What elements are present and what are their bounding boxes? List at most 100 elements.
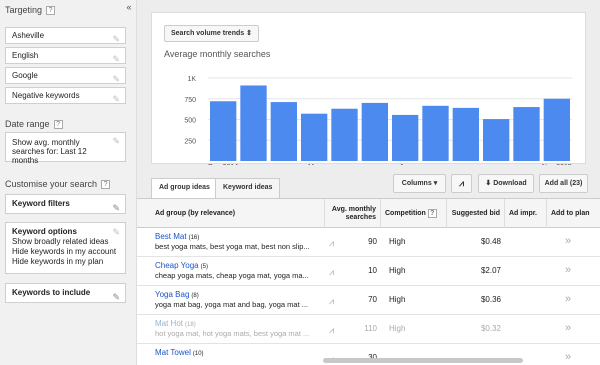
keyword-list: cheap yoga mats, cheap yoga mat, yoga ma…	[155, 271, 309, 280]
table-header: Ad group (by relevance) Avg. monthly sea…	[137, 199, 600, 228]
col-avg-searches[interactable]: Avg. monthly searches	[325, 199, 381, 228]
keywords-include-box[interactable]: Keywords to include ✎	[5, 283, 126, 303]
ad-group-name[interactable]: Yoga Bag	[155, 290, 189, 299]
competition-value: High	[389, 237, 406, 246]
x-tick-label: Mar	[308, 164, 321, 165]
keyword-option-item: Show broadly related ideas	[12, 237, 109, 246]
keyword-count: (18)	[185, 322, 196, 328]
targeting-language[interactable]: English ✎	[5, 47, 126, 64]
targeting-location[interactable]: Asheville ✎	[5, 27, 126, 44]
sidebar: « Targeting ? Asheville ✎ English ✎ Goog…	[0, 0, 137, 365]
trend-chart-icon[interactable]: ⩘	[329, 238, 334, 249]
targeting-title: Targeting ?	[5, 5, 56, 15]
keyword-filters-box[interactable]: Keyword filters ✎	[5, 194, 126, 214]
customise-label: Customise your search	[5, 179, 98, 189]
targeting-network-label: Google	[12, 71, 38, 80]
download-icon: ⬇	[485, 180, 492, 187]
help-icon[interactable]: ?	[53, 119, 63, 129]
edit-icon[interactable]: ✎	[112, 199, 120, 217]
ad-group-link[interactable]: Best Mat (16)	[155, 232, 199, 241]
add-all-button[interactable]: Add all (23)	[539, 174, 588, 193]
edit-icon[interactable]: ✎	[112, 32, 120, 47]
edit-icon[interactable]: ✎	[112, 288, 120, 306]
tab-keyword-ideas[interactable]: Keyword ideas	[215, 178, 281, 198]
chart-bar[interactable]	[270, 102, 297, 161]
ad-group-link[interactable]: Mat Hot (18)	[155, 319, 196, 328]
edit-icon[interactable]: ✎	[112, 52, 120, 67]
y-tick-label: 750	[184, 97, 196, 104]
keyword-options-box[interactable]: Keyword options Show broadly related ide…	[5, 222, 126, 274]
help-icon[interactable]: ?	[427, 209, 437, 218]
ad-group-link[interactable]: Yoga Bag (8)	[155, 290, 199, 299]
suggested-bid-value: $0.32	[480, 324, 501, 333]
add-to-plan-icon[interactable]: »	[565, 322, 571, 334]
table-row[interactable]: Mat Hot (18) hot yoga mat, hot yoga mats, …	[137, 315, 600, 344]
chart-bar[interactable]	[301, 113, 328, 161]
chart-toggle-button[interactable]: ⩘	[451, 174, 472, 193]
table-row[interactable]: Best Mat (16) best yoga mats, best yoga ma…	[137, 228, 600, 257]
keyword-count: (10)	[192, 351, 204, 357]
collapse-sidebar-icon[interactable]: «	[122, 2, 136, 13]
ad-group-link[interactable]: Mat Towel (10)	[155, 348, 204, 357]
chart-bar[interactable]	[513, 107, 540, 161]
targeting-network[interactable]: Google ✎	[5, 67, 126, 84]
edit-icon[interactable]: ✎	[112, 92, 120, 107]
trend-chart-icon[interactable]: ⩘	[329, 296, 334, 307]
col-ad-impr[interactable]: Ad impr.	[505, 199, 547, 228]
keyword-filters-label: Keyword filters	[12, 199, 70, 208]
chart-bar[interactable]	[361, 102, 388, 161]
chart-panel: 1K 750 500 250 Dec 2014 Mar Jun Nov 2015 Search…	[151, 12, 586, 165]
table-row[interactable]: Cheap Yoga (5) cheap yoga mats, cheap yoga…	[137, 257, 600, 286]
targeting-location-label: Asheville	[12, 31, 45, 40]
search-volume-trends-button[interactable]: Search volume trends ⇕	[164, 25, 259, 42]
tab-ad-group-ideas[interactable]: Ad group ideas	[151, 178, 218, 198]
targeting-language-label: English	[12, 51, 39, 60]
competition-value: High	[389, 324, 406, 333]
keyword-option-item: Hide keywords in my plan	[12, 257, 104, 266]
trend-chart-icon[interactable]: ⩘	[329, 267, 334, 278]
help-icon[interactable]: ?	[101, 179, 111, 189]
targeting-label: Targeting	[5, 5, 43, 15]
edit-icon[interactable]: ✎	[112, 137, 120, 146]
download-button[interactable]: ⬇ Download	[478, 174, 534, 193]
ad-group-name[interactable]: Mat Hot	[155, 319, 183, 328]
chart-bar[interactable]	[210, 101, 237, 161]
ad-group-name[interactable]: Cheap Yoga	[155, 261, 199, 270]
date-range-box[interactable]: Show avg. monthly searches for: Last 12 …	[5, 132, 126, 165]
chart-bar[interactable]	[331, 108, 358, 161]
columns-button[interactable]: Columns ▾	[393, 174, 446, 193]
ad-group-name[interactable]: Mat Towel	[155, 348, 191, 357]
competition-label: Competition	[385, 210, 426, 217]
chart-bar[interactable]	[543, 98, 570, 161]
negative-keywords-label: Negative keywords	[12, 91, 80, 100]
add-to-plan-icon[interactable]: »	[565, 351, 571, 363]
date-range-label: Date range	[5, 119, 50, 129]
chart-bar[interactable]	[422, 105, 449, 161]
horizontal-scrollbar[interactable]	[323, 358, 523, 363]
chart-bar[interactable]	[392, 114, 419, 161]
dropdown-arrows-icon: ⇕	[246, 30, 252, 37]
keyword-list: best yoga mats, best yoga mat, best non …	[155, 242, 310, 251]
ad-group-name[interactable]: Best Mat	[155, 232, 187, 241]
search-volume-trends-label: Search volume trends	[171, 30, 245, 37]
add-to-plan-icon[interactable]: »	[565, 264, 571, 276]
trend-chart-icon[interactable]: ⩘	[329, 325, 334, 336]
add-to-plan-icon[interactable]: »	[565, 293, 571, 305]
add-to-plan-icon[interactable]: »	[565, 235, 571, 247]
chart-bar[interactable]	[483, 119, 510, 161]
col-competition[interactable]: Competition ?	[381, 199, 447, 228]
edit-icon[interactable]: ✎	[112, 72, 120, 87]
table-row[interactable]: Yoga Bag (8) yoga mat bag, yoga mat and ba…	[137, 286, 600, 315]
help-icon[interactable]: ?	[46, 5, 56, 15]
targeting-negative-keywords[interactable]: Negative keywords ✎	[5, 87, 126, 104]
col-suggested-bid[interactable]: Suggested bid	[447, 199, 505, 228]
ad-group-link[interactable]: Cheap Yoga (5)	[155, 261, 208, 270]
col-ad-group[interactable]: Ad group (by relevance)	[151, 199, 325, 228]
ad-group-table: Ad group (by relevance) Avg. monthly sea…	[137, 198, 600, 365]
keyword-count: (8)	[191, 293, 199, 299]
date-range-text: Show avg. monthly searches for: Last 12 …	[12, 138, 87, 165]
edit-icon[interactable]: ✎	[112, 227, 120, 237]
columns-label: Columns	[401, 180, 432, 187]
chart-bar[interactable]	[240, 85, 267, 161]
chart-bar[interactable]	[452, 107, 479, 161]
